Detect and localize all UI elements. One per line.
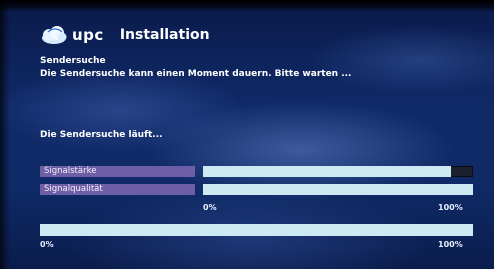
- screen-bezel-left: [0, 0, 10, 269]
- scan-status: Die Sendersuche läuft...: [40, 130, 163, 140]
- upc-cloud-logo-icon: [40, 25, 68, 45]
- brand-name: upc: [72, 26, 104, 44]
- section-title: Sendersuche: [40, 56, 106, 66]
- signal-quality-meter: [203, 184, 473, 195]
- progress-scale-max: 100%: [438, 240, 463, 249]
- scan-progress-fill: [40, 224, 473, 236]
- tv-screen: upc Installation Sendersuche Die Senders…: [0, 0, 494, 269]
- instructions-text: Die Sendersuche kann einen Moment dauern…: [40, 69, 352, 79]
- screen-bezel-top: [0, 0, 494, 12]
- header: upc Installation: [40, 22, 210, 48]
- meter-scale-max: 100%: [438, 203, 463, 212]
- signal-strength-meter: [203, 166, 473, 177]
- page-title: Installation: [119, 27, 210, 43]
- signal-quality-fill: [203, 184, 473, 195]
- meter-scale-min: 0%: [203, 203, 217, 212]
- signal-strength-label: Signalstärke: [40, 166, 195, 177]
- logo: upc: [40, 25, 104, 45]
- signal-strength-fill: [203, 166, 452, 177]
- scan-progress-bar: [40, 224, 473, 236]
- progress-scale-min: 0%: [40, 240, 54, 249]
- signal-quality-label: Signalqualität: [40, 184, 195, 195]
